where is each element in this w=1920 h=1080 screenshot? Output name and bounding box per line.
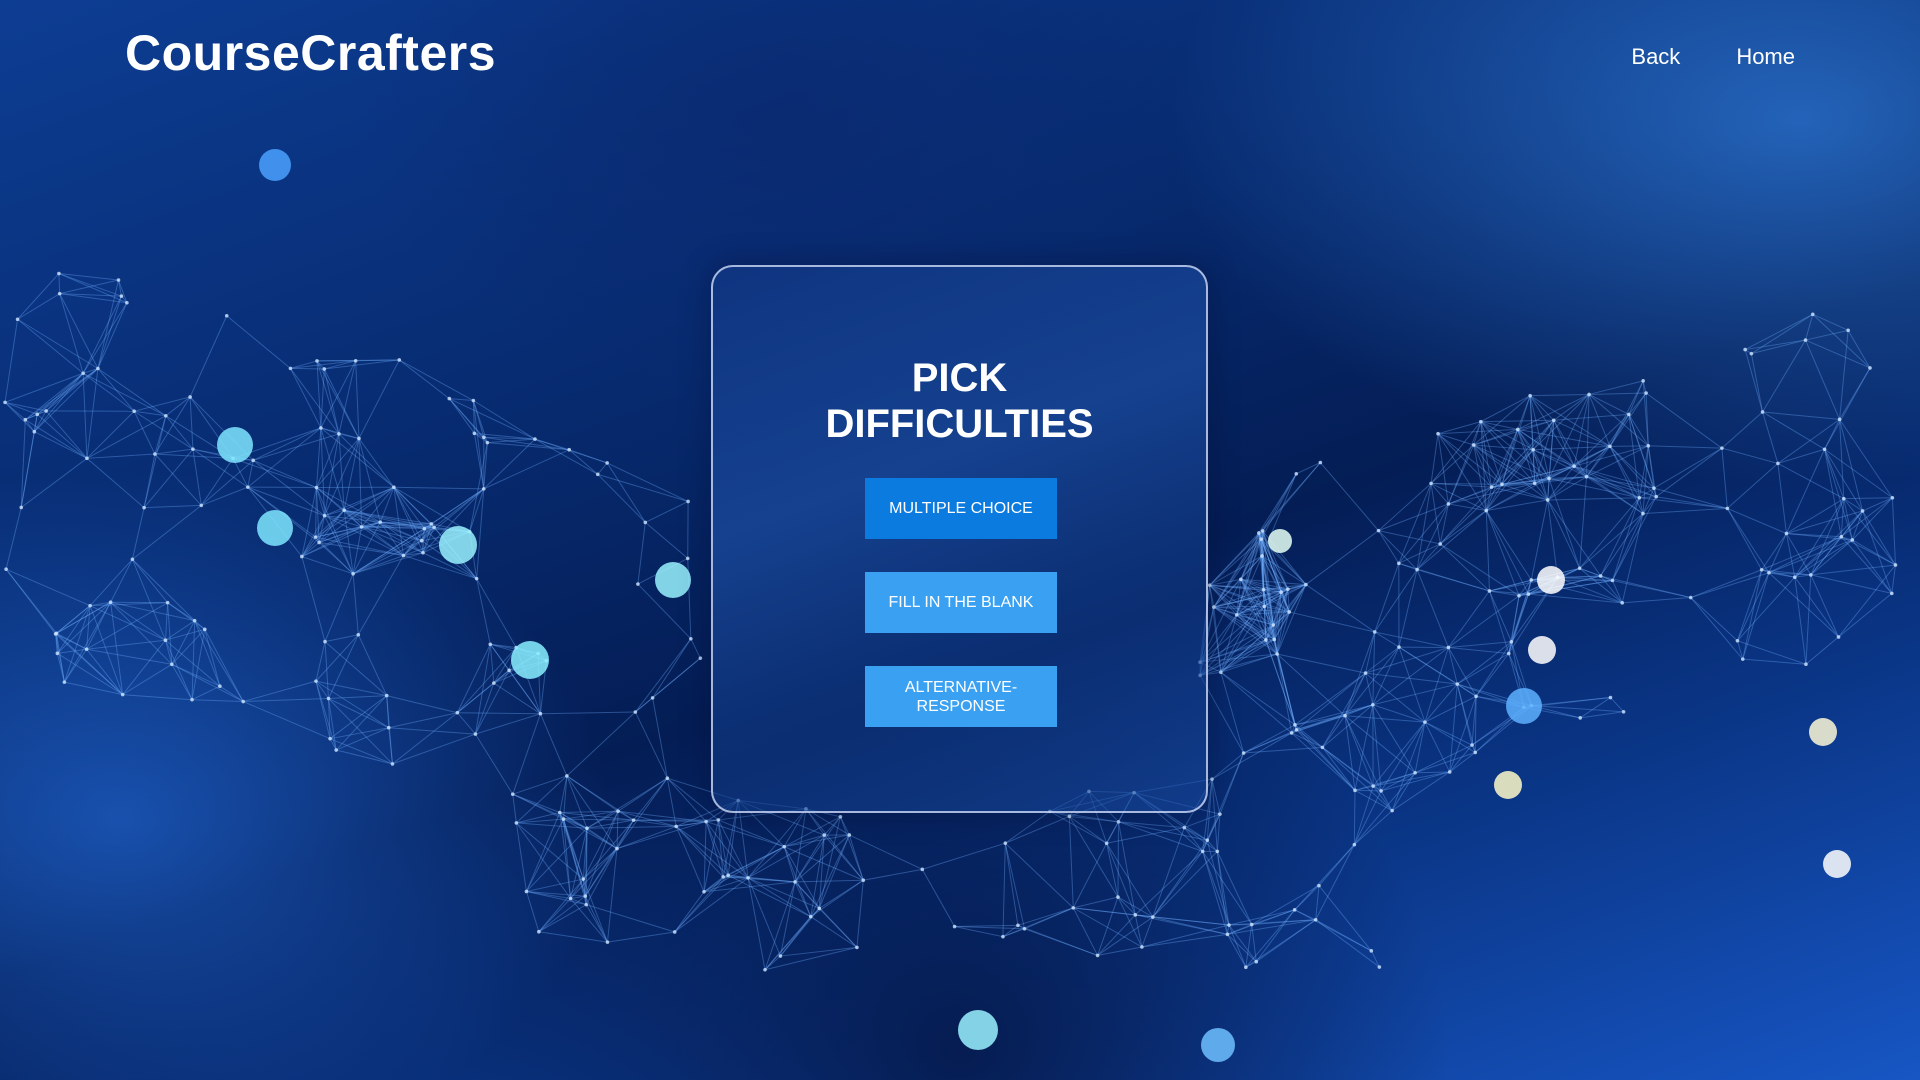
home-link[interactable]: Home bbox=[1736, 44, 1795, 70]
alternative-response-button[interactable]: ALTERNATIVE-RESPONSE bbox=[865, 666, 1057, 727]
top-bar: CourseCrafters Back Home bbox=[0, 0, 1920, 110]
back-link[interactable]: Back bbox=[1631, 44, 1680, 70]
fill-in-the-blank-button[interactable]: FILL IN THE BLANK bbox=[865, 572, 1057, 633]
brand-logo: CourseCrafters bbox=[125, 25, 497, 81]
difficulty-card: PICK DIFFICULTIES MULTIPLE CHOICE FILL I… bbox=[711, 265, 1208, 813]
card-title: PICK DIFFICULTIES bbox=[825, 356, 1094, 446]
multiple-choice-button[interactable]: MULTIPLE CHOICE bbox=[865, 478, 1057, 539]
top-nav: Back Home bbox=[1631, 44, 1795, 70]
